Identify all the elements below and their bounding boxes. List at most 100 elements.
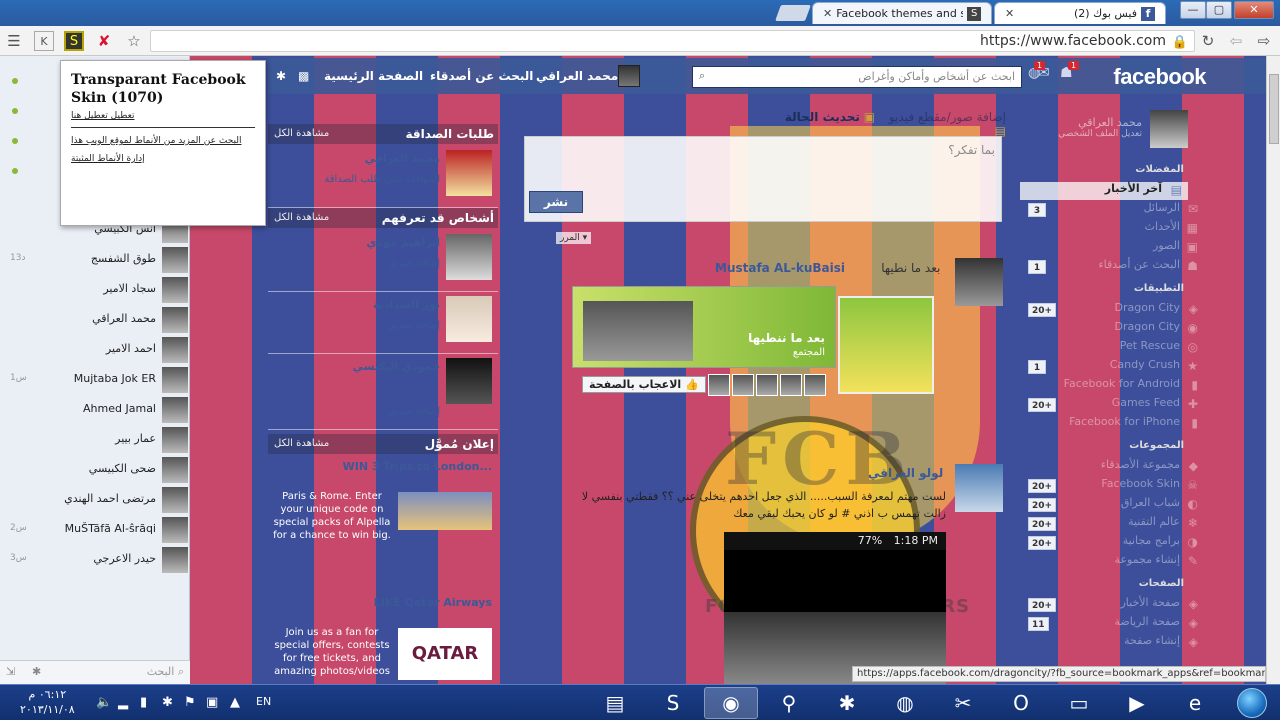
close-window-button[interactable]: ✕	[1234, 1, 1274, 19]
tool-app[interactable]: ⚲	[762, 687, 816, 719]
disable-style-link[interactable]: تعطيل تعطيل هنا	[71, 111, 255, 121]
stylish-extension-icon[interactable]: S	[64, 31, 84, 51]
add-photo-tab[interactable]: إضافة صور/مقطع فيديو	[889, 110, 1006, 124]
story-author-avatar[interactable]	[955, 258, 1003, 306]
firefox-app[interactable]: ◍	[878, 687, 932, 719]
skype-app[interactable]: S	[646, 687, 700, 719]
chat-search-input[interactable]: ✱ ⇲ البحث ⌕	[0, 660, 190, 684]
post-button[interactable]: نشر	[529, 191, 583, 213]
extension-arrow-icon[interactable]: ✘	[94, 31, 114, 51]
person-name[interactable]: ابراهيم مهدي	[366, 236, 440, 249]
see-all-link[interactable]: مشاهدة الكل	[274, 128, 329, 139]
see-all-link[interactable]: مشاهدة الكل	[274, 438, 329, 449]
story-author-name[interactable]: Mustafa AL-kuBaisi	[715, 261, 845, 275]
battery-icon[interactable]: ▮	[140, 695, 147, 710]
shared-page-banner[interactable]: بعد ما ننطيها المجتمع	[572, 286, 836, 368]
pymk-item[interactable]: ابراهيم مهدي إضافة صديق	[268, 230, 498, 292]
see-all-link[interactable]: مشاهدة الكل	[274, 212, 329, 223]
chat-contact[interactable]: سجاد الامير	[0, 276, 190, 304]
nav-item[interactable]: ◎ Pet Rescue	[1030, 339, 1198, 357]
opera-app[interactable]: O	[994, 687, 1048, 719]
ad-title[interactable]: WIN 3 Trips to London...	[343, 460, 492, 473]
tray-arrow-icon[interactable]: ▲	[230, 695, 240, 710]
nav-profile-name[interactable]: محمد العراقي	[536, 69, 618, 83]
system-clock[interactable]: ٠٦:١٢ م ٢٠١٣/١١/٠٨	[20, 687, 75, 717]
person-name[interactable]: محمد العراقي	[365, 152, 440, 165]
avatar[interactable]	[446, 296, 492, 342]
nav-item[interactable]: ▦ الأحداث	[1030, 220, 1198, 238]
add-friend-button[interactable]: إضافة صديق	[388, 406, 441, 417]
profile-name[interactable]: محمد العراقي	[1058, 116, 1142, 129]
avatar[interactable]	[618, 65, 640, 87]
add-friend-button[interactable]: إضافة صديق	[388, 258, 441, 269]
confirm-request-button[interactable]: الموافقة على طلب الصداقة	[324, 174, 440, 185]
chat-options-icon[interactable]: ✱	[32, 665, 41, 678]
flag-icon[interactable]: ⚑	[184, 695, 196, 710]
avatar[interactable]	[446, 358, 492, 404]
nav-find-friends[interactable]: البحث عن أصدقاء	[430, 69, 533, 83]
player-app[interactable]: ▶	[1110, 687, 1164, 719]
nav-item[interactable]: ☗ البحث عن أصدقاء	[1030, 258, 1198, 276]
find-more-styles-link[interactable]: البحث عن المزيد من الأنماط لموقع الويب ه…	[71, 136, 255, 146]
nav-item[interactable]: ✎ إنشاء مجموعة	[1030, 553, 1198, 571]
minimize-button[interactable]: —	[1180, 1, 1206, 19]
manage-styles-link[interactable]: إدارة الأنماط المثبتة	[71, 154, 255, 164]
page-scrollbar[interactable]	[1266, 56, 1280, 684]
privacy-icon[interactable]: ▩	[298, 69, 309, 83]
maximize-button[interactable]: ▢	[1206, 1, 1232, 19]
explorer-folder-app[interactable]: ▭	[1052, 687, 1106, 719]
nav-item[interactable]: ◉ Dragon City	[1030, 320, 1198, 338]
scrollbar-thumb[interactable]	[1269, 74, 1279, 144]
nav-item[interactable]: ◈ إنشاء صفحة	[1030, 634, 1198, 652]
volume-icon[interactable]: 🔈	[96, 695, 112, 710]
back-icon[interactable]: ⇨	[1254, 31, 1274, 51]
nav-home[interactable]: الصفحة الرئيسية	[324, 69, 423, 83]
facebook-logo[interactable]: facebook	[1113, 64, 1206, 90]
tab-close-icon[interactable]: ✕	[823, 7, 832, 20]
nav-item[interactable]: ◆ مجموعة الأصدقاء	[1030, 458, 1198, 476]
update-status-tab[interactable]: تحديث الحالة	[785, 110, 860, 124]
profile-picture[interactable]	[1150, 110, 1188, 148]
status-composer[interactable]: بما تفكر؟ نشر	[524, 136, 1002, 222]
chat-contact[interactable]: 3س حيدر الاعرجي	[0, 546, 190, 574]
chrome-app[interactable]: ◉	[704, 687, 758, 719]
story-author-name[interactable]: لولو العراقي	[868, 466, 943, 480]
person-name[interactable]: حمودي البكيسي	[353, 360, 440, 373]
add-friend-button[interactable]: إضافة صديق	[388, 320, 441, 331]
friend-request-item[interactable]: محمد العراقي الموافقة على طلب الصداقة	[268, 146, 498, 208]
story-author[interactable]: Mustafa AL-kuBaisi بعد ما نطيها	[715, 261, 940, 275]
shared-page-profile-photo[interactable]	[838, 296, 934, 394]
bookmark-star-icon[interactable]: ☆	[124, 31, 144, 51]
liker-avatar[interactable]	[804, 374, 826, 396]
chat-contact[interactable]: ضحى الكبيسي	[0, 456, 190, 484]
network-icon[interactable]: ▂	[118, 695, 128, 710]
liker-avatar[interactable]	[732, 374, 754, 396]
story-author-avatar[interactable]	[955, 464, 1003, 512]
chat-contact[interactable]: 2س MuŠTãfã Al-ŝrãqi	[0, 516, 190, 544]
media-app[interactable]: ✱	[820, 687, 874, 719]
ie-app[interactable]: e	[1168, 687, 1222, 719]
tab-facebook-themes[interactable]: ✕ Facebook themes and ski S	[812, 2, 992, 24]
chat-contact[interactable]: محمد العراقي	[0, 306, 190, 334]
address-bar[interactable]: https://www.facebook.com 🔒	[150, 30, 1195, 52]
nav-item[interactable]: ▣ الصور	[1030, 239, 1198, 257]
tab-facebook[interactable]: ✕ (2) فيس بوك f	[994, 2, 1166, 24]
notepad-app[interactable]: ▤	[588, 687, 642, 719]
avatar[interactable]	[446, 234, 492, 280]
sort-dropdown[interactable]: المرر ▾	[556, 232, 592, 244]
story-photo[interactable]: 77% 1:18 PM	[724, 532, 946, 684]
pymk-item[interactable]: نور الشدادية إضافة صديق	[268, 292, 498, 354]
liker-avatar[interactable]	[756, 374, 778, 396]
reload-icon[interactable]: ↻	[1198, 31, 1218, 51]
new-tab-button[interactable]	[775, 5, 811, 21]
chat-contact[interactable]: احمد الامير	[0, 336, 190, 364]
nav-item[interactable]: ◈ صفحة الرياضة	[1030, 615, 1198, 633]
forward-icon[interactable]: ⇦	[1226, 31, 1246, 51]
nav-item[interactable]: ▮ Facebook for iPhone	[1030, 415, 1198, 433]
like-page-button[interactable]: الاعجاب بالصفحة 👍	[582, 376, 706, 393]
nav-item[interactable]: ▤ آخر الأخبار	[1020, 182, 1188, 200]
chat-contact[interactable]: 1س Mujtaba Jok ER	[0, 366, 190, 394]
language-indicator[interactable]: EN	[256, 695, 271, 708]
tab-close-icon[interactable]: ✕	[1005, 7, 1014, 20]
chat-contact[interactable]: عمار بيير	[0, 426, 190, 454]
